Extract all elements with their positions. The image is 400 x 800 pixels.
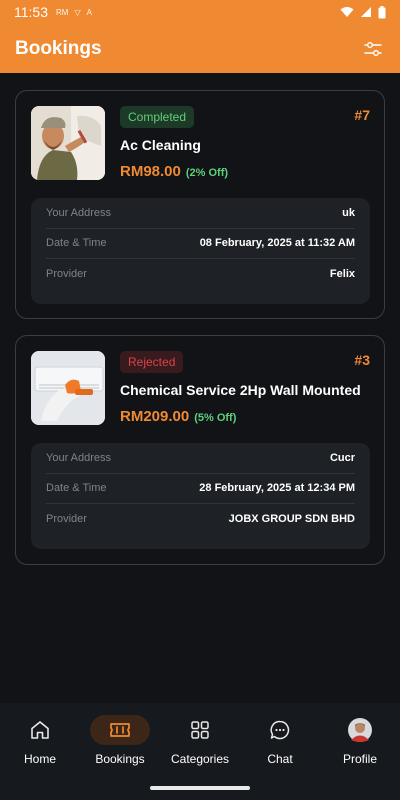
status-time: 11:53	[14, 4, 48, 20]
detail-value: JOBX GROUP SDN BHD	[228, 513, 355, 526]
price-row: RM98.00 (2% Off)	[120, 163, 228, 180]
nav-label: Bookings	[95, 752, 145, 766]
detail-label: Provider	[46, 268, 87, 281]
notification-icon: RM	[56, 7, 69, 17]
detail-label: Provider	[46, 513, 87, 526]
nav-label: Chat	[267, 752, 293, 766]
filter-button[interactable]	[361, 37, 385, 61]
price-row: RM209.00 (5% Off)	[120, 408, 236, 425]
discount: (2% Off)	[185, 167, 229, 179]
app-header: 11:53 RM ▽ A Bookings	[0, 0, 400, 73]
detail-row-datetime: Date & Time 28 February, 2025 at 12:34 P…	[46, 474, 355, 505]
price: RM98.00	[120, 163, 181, 180]
page-title: Bookings	[15, 37, 102, 59]
nav-chat[interactable]: Chat	[240, 715, 320, 775]
nav-categories[interactable]: Categories	[160, 715, 240, 775]
nav-bookings[interactable]: Bookings	[80, 715, 160, 775]
booking-details: Your Address uk Date & Time 08 February,…	[31, 198, 370, 304]
service-thumbnail	[31, 351, 105, 425]
price: RM209.00	[120, 408, 190, 425]
detail-row-address: Your Address uk	[46, 198, 355, 229]
detail-row-provider: Provider JOBX GROUP SDN BHD	[46, 504, 355, 535]
status-badge: Completed	[120, 106, 195, 128]
service-name: Chemical Service 2Hp Wall Mounted	[120, 382, 361, 398]
status-badge: Rejected	[120, 351, 184, 373]
home-indicator[interactable]	[150, 786, 250, 790]
detail-row-provider: Provider Felix	[46, 259, 355, 290]
avatar	[348, 718, 372, 742]
notification-icon: ▽	[74, 7, 81, 17]
battery-icon	[378, 5, 386, 18]
grid-icon	[191, 721, 209, 739]
booking-card[interactable]: Completed #7 Ac Cleaning RM98.00 (2% Off…	[15, 90, 385, 319]
filter-icon	[364, 41, 382, 56]
booking-number: #7	[354, 107, 370, 123]
app-bar: Bookings	[0, 24, 400, 73]
home-icon	[31, 721, 49, 739]
ticket-icon	[110, 723, 130, 737]
nav-profile[interactable]: Profile	[320, 715, 400, 775]
aircon-service-image	[31, 351, 105, 425]
discount: (5% Off)	[194, 412, 237, 424]
chat-icon	[270, 720, 290, 740]
signal-icon	[361, 7, 371, 17]
booking-number: #3	[354, 352, 370, 368]
status-icons	[340, 5, 386, 19]
detail-value: 28 February, 2025 at 12:34 PM	[199, 482, 355, 495]
nav-label: Profile	[342, 752, 377, 766]
detail-row-address: Your Address Cucr	[46, 443, 355, 474]
booking-details: Your Address Cucr Date & Time 28 Februar…	[31, 443, 370, 549]
nav-label: Home	[23, 752, 56, 766]
nav-label: Categories	[170, 752, 230, 766]
detail-label: Your Address	[46, 206, 112, 219]
detail-value: 08 February, 2025 at 11:32 AM	[199, 237, 355, 250]
detail-value: Felix	[329, 268, 355, 281]
detail-label: Date & Time	[46, 482, 107, 495]
wifi-icon	[340, 7, 354, 17]
booking-card[interactable]: Rejected #3 Chemical Service 2Hp Wall Mo…	[15, 335, 385, 565]
detail-row-datetime: Date & Time 08 February, 2025 at 11:32 A…	[46, 229, 355, 260]
detail-label: Date & Time	[46, 237, 107, 250]
service-thumbnail	[31, 106, 105, 180]
technician-image	[31, 106, 105, 180]
detail-value: Cucr	[329, 451, 355, 464]
notification-icon: A	[86, 7, 92, 17]
status-bar: 11:53 RM ▽ A	[0, 0, 400, 24]
detail-label: Your Address	[46, 451, 112, 464]
detail-value: uk	[342, 206, 355, 219]
nav-home[interactable]: Home	[0, 715, 80, 775]
service-name: Ac Cleaning	[120, 137, 201, 153]
